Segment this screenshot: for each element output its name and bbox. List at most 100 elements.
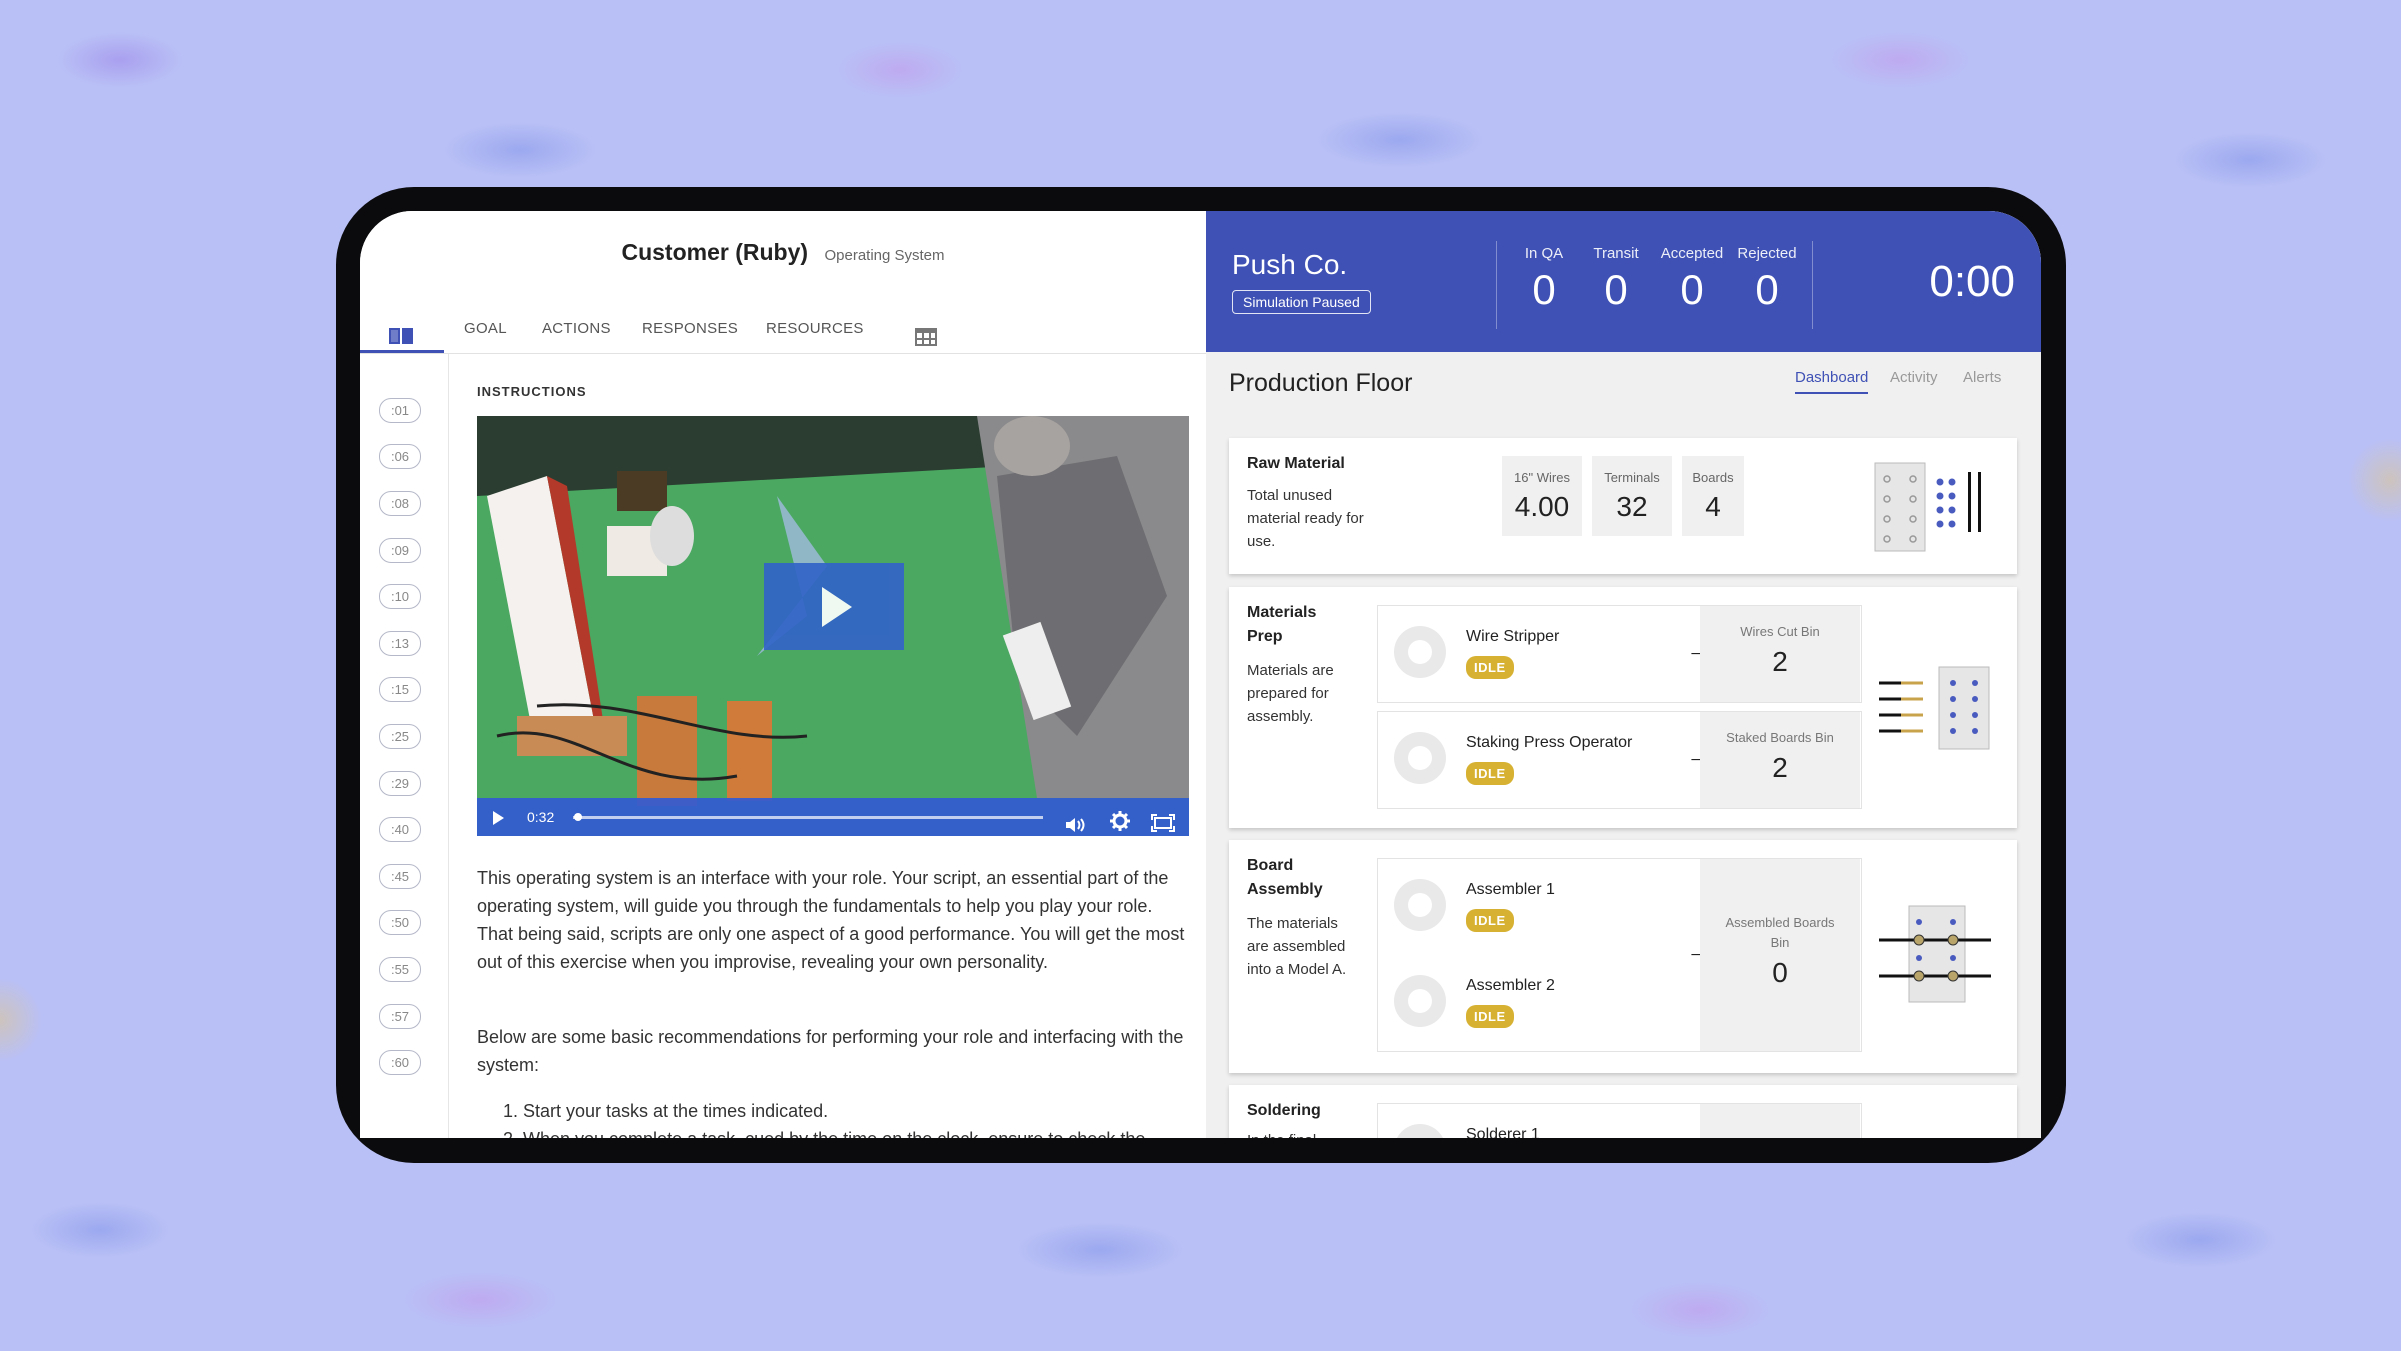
- volume-icon[interactable]: [1065, 809, 1089, 836]
- doc-header: Customer (Ruby) Operating System: [360, 211, 1206, 297]
- tab-actions[interactable]: ACTIONS: [542, 305, 611, 353]
- bin-label: Assembled Boards Bin: [1725, 915, 1835, 950]
- chip-value: 4.00: [1514, 491, 1570, 522]
- boards-chip: Boards 4: [1682, 456, 1744, 536]
- play-button[interactable]: [764, 563, 904, 650]
- station-progress-ring: [1394, 732, 1446, 784]
- materials-prep-card: Materials Prep Materials are prepared fo…: [1229, 587, 2017, 828]
- station-progress-ring: [1394, 1124, 1446, 1138]
- settings-gear-icon[interactable]: [1110, 807, 1130, 836]
- station-wire-stripper[interactable]: Wire Stripper IDLE → Wires Cut Bin 2: [1377, 605, 1862, 703]
- stat-label: In QA: [1524, 245, 1564, 262]
- status-badge: IDLE: [1466, 1005, 1514, 1028]
- time-marker[interactable]: :25: [379, 724, 421, 749]
- chip-label: Terminals: [1604, 470, 1660, 485]
- tab-responses[interactable]: RESPONSES: [642, 305, 738, 353]
- company-name: Push Co.: [1232, 249, 1348, 280]
- station-staking-press[interactable]: Staking Press Operator IDLE → Staked Boa…: [1377, 711, 1862, 809]
- stat-rejected: Rejected 0: [1732, 245, 1802, 314]
- station-solderer-1[interactable]: Solderer 1: [1377, 1103, 1862, 1138]
- simulation-clock: 0:00: [1929, 257, 2015, 306]
- chip-value: 4: [1705, 491, 1721, 522]
- bin-value: 0: [1772, 957, 1788, 988]
- bin: [1700, 1104, 1860, 1138]
- status-badge: IDLE: [1466, 656, 1514, 679]
- divider: [1812, 241, 1813, 329]
- stat-value: 0: [1604, 266, 1628, 313]
- app-screen: Customer (Ruby) Operating System GOAL AC…: [360, 211, 2041, 1138]
- simulation-status-badge[interactable]: Simulation Paused: [1232, 290, 1371, 314]
- tab-table[interactable]: [904, 305, 944, 353]
- instructions-heading: INSTRUCTIONS: [477, 384, 587, 399]
- simulation-header: Push Co. Simulation Paused In QA 0 Trans…: [1206, 211, 2041, 352]
- tab-alerts[interactable]: Alerts: [1963, 369, 2001, 386]
- scrubber-handle[interactable]: [573, 813, 582, 821]
- time-marker[interactable]: :45: [379, 864, 421, 889]
- card-title: Board Assembly: [1247, 857, 1323, 898]
- time-marker[interactable]: :50: [379, 910, 421, 935]
- script-pane: Customer (Ruby) Operating System GOAL AC…: [360, 211, 1206, 1138]
- card-description: In the final: [1247, 1129, 1316, 1138]
- table-icon: [914, 319, 938, 367]
- list-item: When you complete a task, cued by the ti…: [523, 1125, 1235, 1138]
- recommendations-list: Start your tasks at the times indicated.…: [477, 1097, 1235, 1138]
- chip-label: 16" Wires: [1514, 470, 1570, 485]
- tab-activity[interactable]: Activity: [1890, 369, 1938, 386]
- station-name: Wire Stripper: [1466, 628, 1560, 645]
- card-description: Total unused material ready for use.: [1247, 487, 1364, 550]
- station-progress-ring: [1394, 975, 1446, 1027]
- video-scrubber[interactable]: [573, 816, 1043, 819]
- page-title: Production Floor: [1229, 369, 1413, 397]
- soldering-card: Soldering In the final Solderer 1: [1229, 1085, 2017, 1138]
- tab-goal[interactable]: GOAL: [464, 305, 507, 353]
- terminals-chip: Terminals 32: [1592, 456, 1672, 536]
- chip-value: 32: [1616, 491, 1648, 522]
- list-item: Start your tasks at the times indicated.: [523, 1097, 1235, 1125]
- stat-label: Rejected: [1737, 245, 1797, 262]
- time-marker[interactable]: :57: [379, 1004, 421, 1029]
- time-marker[interactable]: :09: [379, 538, 421, 563]
- time-marker[interactable]: :55: [379, 957, 421, 982]
- time-marker[interactable]: :60: [379, 1050, 421, 1075]
- card-title: Materials Prep: [1247, 604, 1317, 645]
- card-title: Raw Material: [1247, 455, 1345, 472]
- time-marker[interactable]: :08: [379, 491, 421, 516]
- time-marker[interactable]: :10: [379, 584, 421, 609]
- dashboard-pane: Push Co. Simulation Paused In QA 0 Trans…: [1206, 211, 2041, 1138]
- tab-dashboard[interactable]: Dashboard: [1795, 369, 1869, 394]
- tab-resources[interactable]: RESOURCES: [766, 305, 864, 353]
- doc-title: Customer (Ruby) Operating System: [360, 239, 1206, 266]
- stat-accepted: Accepted 0: [1654, 245, 1730, 314]
- timeline: :01 :06 :08 :09 :10 :13 :15 :25 :29 :40 …: [360, 354, 449, 1138]
- video-controls: 0:32: [477, 798, 1189, 836]
- assembler-2-name[interactable]: Assembler 2: [1466, 977, 1555, 995]
- time-marker[interactable]: :40: [379, 817, 421, 842]
- play-icon: [822, 587, 852, 627]
- video-player[interactable]: 0:32: [477, 416, 1189, 836]
- time-marker[interactable]: :06: [379, 444, 421, 469]
- station-progress-ring: [1394, 626, 1446, 678]
- card-description: The materials are assembled into a Model…: [1247, 915, 1347, 978]
- bin-value: 2: [1772, 646, 1788, 677]
- tab-instructions[interactable]: [360, 305, 444, 353]
- stat-label: Transit: [1593, 245, 1639, 262]
- video-time: 0:32: [527, 809, 555, 825]
- bin-label: Staked Boards Bin: [1726, 730, 1834, 745]
- time-marker[interactable]: :01: [379, 398, 421, 423]
- time-marker[interactable]: :15: [379, 677, 421, 702]
- raw-materials-illustration: [1874, 462, 1981, 552]
- assembly-illustration: [1879, 905, 1991, 1003]
- wires-chip: 16" Wires 4.00: [1502, 456, 1582, 536]
- script-tabs: GOAL ACTIONS RESPONSES RESOURCES: [360, 305, 1206, 354]
- assembler-1-name[interactable]: Assembler 1: [1466, 881, 1555, 899]
- recommendations-paragraph: Below are some basic recommendations for…: [477, 1027, 1184, 1075]
- role-title: Customer (Ruby): [621, 239, 809, 265]
- stat-in-qa: In QA 0: [1518, 245, 1570, 314]
- control-play-icon[interactable]: [493, 811, 504, 825]
- staked-boards-bin: Staked Boards Bin 2: [1700, 712, 1860, 808]
- time-marker[interactable]: :13: [379, 631, 421, 656]
- raw-material-card: Raw Material Total unused material ready…: [1229, 438, 2017, 574]
- time-marker[interactable]: :29: [379, 771, 421, 796]
- card-description: Materials are prepared for assembly.: [1247, 662, 1334, 725]
- fullscreen-icon[interactable]: [1151, 808, 1175, 836]
